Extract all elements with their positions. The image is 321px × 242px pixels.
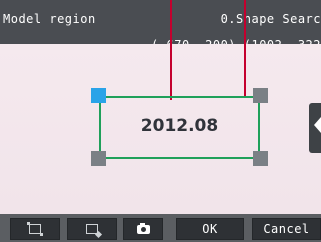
select-region-icon: [86, 224, 98, 234]
resize-handle-bottom-left[interactable]: [91, 151, 106, 166]
chevron-left-icon: [314, 117, 321, 133]
title-label: Model region: [3, 12, 96, 26]
side-panel-toggle[interactable]: [309, 103, 321, 153]
ok-button[interactable]: OK: [176, 218, 244, 240]
resize-handle-top-left[interactable]: [91, 88, 106, 103]
camera-button[interactable]: [123, 218, 163, 240]
screen: Model region 0.Shape Searc ( 670, 200)-(…: [0, 0, 321, 242]
select-tool-button[interactable]: [67, 218, 117, 240]
camera-icon: [136, 222, 150, 234]
rectangle-icon: [27, 222, 43, 236]
region-text: 2012.08: [140, 116, 219, 136]
resize-handle-bottom-right[interactable]: [253, 151, 268, 166]
callout-line-right: [244, 0, 246, 97]
cancel-button[interactable]: Cancel: [252, 218, 321, 240]
tool-name-label: 0.Shape Searc: [220, 12, 321, 26]
callout-line-left: [170, 0, 172, 100]
rectangle-tool-button[interactable]: [10, 218, 60, 240]
resize-handle-top-right[interactable]: [253, 88, 268, 103]
